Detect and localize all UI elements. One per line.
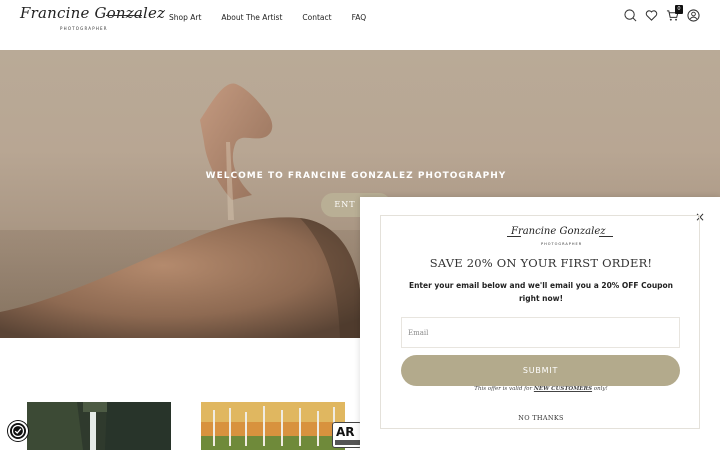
popup-description: Enter your email below and we'll email y… <box>408 281 674 303</box>
nav-contact[interactable]: Contact <box>302 13 331 23</box>
ar-badge[interactable]: AR <box>332 422 362 448</box>
aspen-image <box>201 402 345 450</box>
hero-title: WELCOME TO FRANCINE GONZALEZ PHOTOGRAPHY <box>205 171 507 181</box>
offer-note-prefix: This offer is valid for <box>474 386 534 392</box>
popup-logo-subtitle: PHOTOGRAPHER <box>541 242 583 246</box>
accessibility-icon <box>11 424 25 438</box>
cart-icon[interactable]: 0 <box>666 5 683 22</box>
logo-subtitle: PHOTOGRAPHER <box>60 26 108 31</box>
header-icons: 0 <box>624 5 700 22</box>
thumbnail-waterfall[interactable] <box>27 402 171 450</box>
nav-faq[interactable]: FAQ <box>352 13 367 23</box>
site-logo[interactable]: Francine Gonzalez PHOTOGRAPHER <box>20 4 165 34</box>
no-thanks-link[interactable]: NO THANKS <box>381 414 701 422</box>
cart-count-badge: 0 <box>675 5 683 14</box>
heart-icon[interactable] <box>645 9 658 22</box>
main-nav: Shop Art About The Artist Contact FAQ <box>169 13 366 23</box>
thumbnail-aspen[interactable] <box>201 402 345 450</box>
submit-button[interactable]: SUBMIT <box>401 355 680 386</box>
discount-popup: × Francine Gonzalez PHOTOGRAPHER SAVE 20… <box>360 197 720 450</box>
popup-content: Francine Gonzalez PHOTOGRAPHER SAVE 20% … <box>380 215 700 429</box>
popup-logo-text: Francine Gonzalez <box>511 226 606 237</box>
offer-note: This offer is valid for NEW CUSTOMERS on… <box>381 386 701 392</box>
popup-logo: Francine Gonzalez PHOTOGRAPHER <box>507 226 613 248</box>
offer-note-suffix: only! <box>592 386 608 392</box>
nav-shop-art[interactable]: Shop Art <box>169 13 201 23</box>
site-header: Francine Gonzalez PHOTOGRAPHER Shop Art … <box>0 0 720 50</box>
ar-badge-strip <box>335 440 361 445</box>
ar-badge-text: AR <box>336 425 355 439</box>
search-icon[interactable] <box>624 9 637 22</box>
logo-underline <box>106 15 142 16</box>
accessibility-button[interactable] <box>8 421 28 441</box>
email-field[interactable] <box>401 317 680 348</box>
waterfall-image <box>27 402 171 450</box>
popup-logo-line-right <box>599 236 613 237</box>
offer-note-highlight: NEW CUSTOMERS <box>533 386 593 392</box>
nav-about-the-artist[interactable]: About The Artist <box>221 13 282 23</box>
account-icon[interactable] <box>687 9 700 22</box>
logo-text: Francine Gonzalez <box>20 4 166 22</box>
popup-title: SAVE 20% ON YOUR FIRST ORDER! <box>429 256 653 270</box>
